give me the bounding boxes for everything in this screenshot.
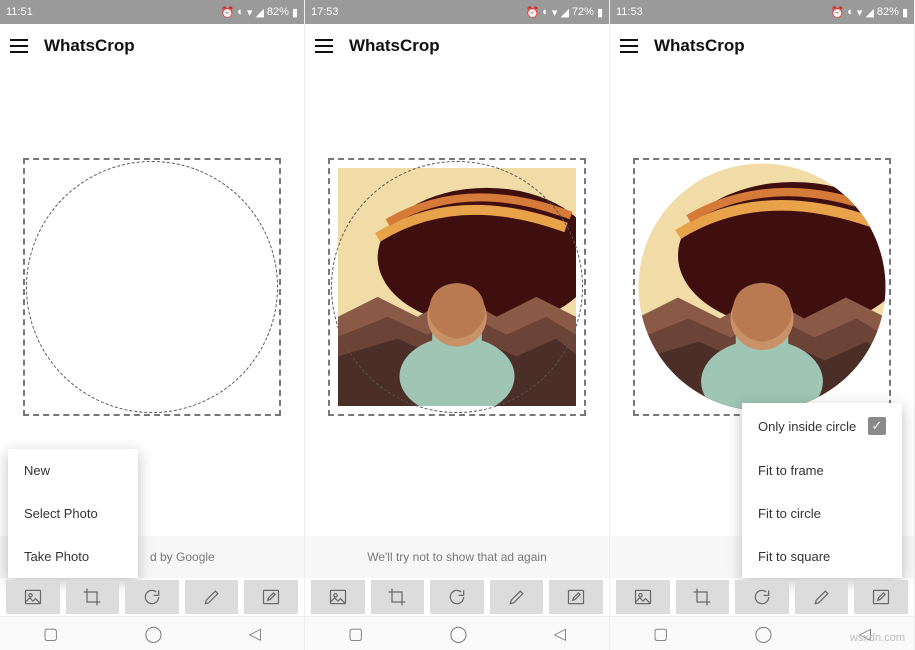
tool-crop[interactable]	[676, 580, 730, 614]
tool-pencil[interactable]	[795, 580, 849, 614]
menu-item-only-inside-circle[interactable]: Only inside circle ✓	[742, 403, 902, 449]
nav-home-icon[interactable]: ◯	[754, 624, 772, 644]
tool-image[interactable]	[616, 580, 670, 614]
status-bar: 11:51 ⏰ ◐ ▾ ◢ 82% ▮	[0, 0, 304, 24]
tool-reload[interactable]	[125, 580, 179, 614]
crop-frame[interactable]	[633, 158, 891, 416]
battery-text: 82%	[267, 6, 289, 18]
menu-icon[interactable]	[10, 39, 28, 53]
tool-edit[interactable]	[854, 580, 908, 614]
tool-edit[interactable]	[549, 580, 603, 614]
crop-frame[interactable]	[328, 158, 586, 416]
tool-reload[interactable]	[430, 580, 484, 614]
menu-item-select-photo[interactable]: Select Photo	[8, 492, 138, 535]
tool-crop[interactable]	[66, 580, 120, 614]
status-time: 11:53	[616, 6, 643, 18]
watermark: wsxdn.com	[850, 632, 905, 644]
app-title: WhatsCrop	[44, 36, 135, 56]
menu-item-fit-to-frame[interactable]: Fit to frame	[742, 449, 902, 492]
signal-icon: ◢	[255, 6, 263, 19]
checkbox-label: Only inside circle	[758, 419, 856, 434]
battery-icon: ▮	[292, 6, 298, 19]
menu-icon[interactable]	[620, 39, 638, 53]
nav-back-icon[interactable]: ◁	[249, 624, 261, 644]
app-bar: WhatsCrop	[610, 24, 914, 68]
tool-reload[interactable]	[735, 580, 789, 614]
tool-edit[interactable]	[244, 580, 298, 614]
popup-menu-new: New Select Photo Take Photo	[8, 449, 138, 578]
alarm-icon: ⏰	[526, 6, 540, 19]
nav-home-icon[interactable]: ◯	[144, 624, 162, 644]
screenshot-pane-2: 17:53 ⏰ ◐ ▾ ◢ 72% ▮ WhatsCrop	[305, 0, 610, 650]
dnd-icon: ◐	[237, 6, 244, 18]
bottom-toolbar	[616, 580, 908, 614]
battery-icon: ▮	[902, 6, 908, 19]
nav-recent-icon[interactable]: ▢	[43, 624, 58, 644]
crop-image-circular[interactable]	[636, 161, 888, 413]
menu-item-take-photo[interactable]: Take Photo	[8, 535, 138, 578]
status-time: 11:51	[6, 6, 33, 18]
tool-image[interactable]	[6, 580, 60, 614]
nav-home-icon[interactable]: ◯	[449, 624, 467, 644]
app-bar: WhatsCrop	[305, 24, 609, 68]
screenshot-pane-3: 11:53 ⏰ ◐ ▾ ◢ 82% ▮ WhatsCrop	[610, 0, 915, 650]
screenshot-pane-1: 11:51 ⏰ ◐ ▾ ◢ 82% ▮ WhatsCrop d by Googl…	[0, 0, 305, 650]
dnd-icon: ◐	[542, 6, 549, 18]
checkbox-checked-icon[interactable]: ✓	[868, 417, 886, 435]
status-time: 17:53	[311, 6, 339, 18]
menu-item-new[interactable]: New	[8, 449, 138, 492]
alarm-icon: ⏰	[831, 6, 845, 19]
crop-circle-outline	[26, 161, 278, 413]
menu-item-fit-to-circle[interactable]: Fit to circle	[742, 492, 902, 535]
status-bar: 11:53 ⏰ ◐ ▾ ◢ 82% ▮	[610, 0, 914, 24]
nav-back-icon[interactable]: ◁	[554, 624, 566, 644]
battery-icon: ▮	[597, 6, 603, 19]
tool-pencil[interactable]	[490, 580, 544, 614]
app-title: WhatsCrop	[654, 36, 745, 56]
ad-text: We'll try not to show that ad again	[305, 536, 609, 578]
popup-menu-fit: Only inside circle ✓ Fit to frame Fit to…	[742, 403, 902, 578]
status-bar: 17:53 ⏰ ◐ ▾ ◢ 72% ▮	[305, 0, 609, 24]
dnd-icon: ◐	[847, 6, 854, 18]
android-nav-bar: ▢ ◯ ◁	[0, 616, 304, 650]
wifi-icon: ▾	[247, 6, 253, 19]
crop-circle-outline	[331, 161, 583, 413]
battery-text: 72%	[572, 6, 594, 18]
tool-image[interactable]	[311, 580, 365, 614]
bottom-toolbar	[6, 580, 298, 614]
app-title: WhatsCrop	[349, 36, 440, 56]
wifi-icon: ▾	[552, 6, 558, 19]
tool-crop[interactable]	[371, 580, 425, 614]
wifi-icon: ▾	[857, 6, 863, 19]
nav-recent-icon[interactable]: ▢	[653, 624, 668, 644]
nav-recent-icon[interactable]: ▢	[348, 624, 363, 644]
android-nav-bar: ▢ ◯ ◁	[305, 616, 609, 650]
tool-pencil[interactable]	[185, 580, 239, 614]
bottom-toolbar	[311, 580, 603, 614]
signal-icon: ◢	[865, 6, 873, 19]
crop-frame[interactable]	[23, 158, 281, 416]
alarm-icon: ⏰	[221, 6, 235, 19]
menu-icon[interactable]	[315, 39, 333, 53]
battery-text: 82%	[877, 6, 899, 18]
signal-icon: ◢	[560, 6, 568, 19]
menu-item-fit-to-square[interactable]: Fit to square	[742, 535, 902, 578]
app-bar: WhatsCrop	[0, 24, 304, 68]
